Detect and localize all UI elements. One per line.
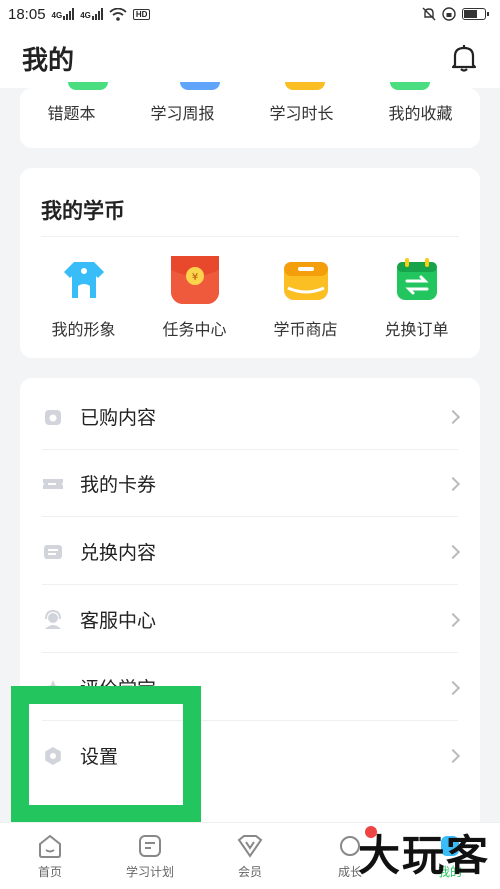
watermark: 大玩客 bbox=[357, 831, 490, 880]
notification-bell-icon[interactable] bbox=[450, 43, 478, 73]
menu-item-label: 兑换内容 bbox=[80, 543, 157, 564]
avatar-shirt-icon bbox=[60, 256, 108, 304]
tab-label: 学习计划 bbox=[125, 864, 174, 879]
coin-item-label: 我的形象 bbox=[51, 322, 116, 339]
quick-item-weekly-report[interactable]: 学习周报 bbox=[150, 100, 214, 124]
coin-item-label: 兑换订单 bbox=[384, 322, 449, 339]
tab-home[interactable]: 首页 bbox=[0, 823, 100, 889]
quick-item-favorites[interactable]: 我的收藏 bbox=[388, 100, 452, 124]
svg-text:¥: ¥ bbox=[191, 272, 197, 283]
tab-label: 首页 bbox=[37, 864, 62, 879]
hd-badge: HD bbox=[132, 8, 151, 20]
menu-item-coupons[interactable]: 我的卡券 bbox=[20, 450, 480, 517]
quick-item-wrong-book[interactable]: 错题本 bbox=[47, 100, 95, 124]
chevron-right-icon bbox=[445, 612, 461, 627]
shop-icon bbox=[282, 256, 330, 304]
chevron-right-icon bbox=[445, 680, 461, 695]
menu-item-label: 已购内容 bbox=[80, 408, 157, 429]
quick-item-study-time[interactable]: 学习时长 bbox=[269, 100, 333, 124]
coin-item-tasks[interactable]: ¥ 任务中心 bbox=[145, 256, 245, 340]
vip-icon bbox=[236, 833, 264, 859]
signal-icon-2: 4G bbox=[80, 8, 103, 20]
divider bbox=[41, 236, 459, 237]
purchased-icon bbox=[42, 406, 64, 428]
wifi-icon bbox=[109, 7, 127, 21]
home-icon bbox=[36, 833, 64, 859]
tab-membership[interactable]: 会员 bbox=[200, 823, 300, 889]
chevron-right-icon bbox=[445, 476, 461, 491]
chevron-right-icon bbox=[445, 544, 461, 559]
tab-study-plan[interactable]: 学习计划 bbox=[100, 823, 200, 889]
red-envelope-icon: ¥ bbox=[170, 256, 219, 304]
page-title: 我的 bbox=[22, 44, 75, 75]
coin-item-shop[interactable]: 学币商店 bbox=[256, 256, 356, 340]
customer-service-icon bbox=[42, 609, 64, 631]
coins-card: 我的学币 我的形象 ¥ 任务中心 学币商店 兑换订单 bbox=[20, 168, 480, 358]
signal-icon: 4G bbox=[52, 8, 75, 20]
study-plan-icon bbox=[136, 833, 164, 859]
status-bar: 18:05 4G 4G HD bbox=[0, 0, 500, 28]
exchange-calendar-icon bbox=[393, 256, 441, 304]
status-time: 18:05 bbox=[8, 5, 46, 23]
study-time-icon bbox=[285, 82, 325, 90]
menu-item-label: 客服中心 bbox=[80, 611, 157, 632]
favorites-icon bbox=[390, 82, 430, 90]
redeem-list-icon bbox=[42, 541, 64, 563]
vpn-icon bbox=[442, 7, 456, 21]
mute-bell-icon bbox=[422, 7, 436, 21]
tab-label: 会员 bbox=[237, 864, 262, 879]
coin-item-label: 学币商店 bbox=[273, 322, 338, 339]
chevron-right-icon bbox=[445, 748, 461, 763]
chevron-right-icon bbox=[445, 409, 461, 424]
wrong-book-icon bbox=[68, 82, 108, 90]
coin-item-label: 任务中心 bbox=[162, 322, 227, 339]
coupon-icon bbox=[42, 473, 64, 495]
quick-links-card: 错题本 学习周报 学习时长 我的收藏 bbox=[20, 82, 480, 148]
battery-icon bbox=[462, 8, 489, 20]
highlight-box bbox=[11, 686, 201, 823]
coin-item-avatar[interactable]: 我的形象 bbox=[34, 256, 134, 340]
menu-item-purchased[interactable]: 已购内容 bbox=[20, 383, 480, 450]
menu-item-label: 我的卡券 bbox=[80, 475, 157, 496]
page-header: 我的 bbox=[0, 28, 500, 88]
coins-title: 我的学币 bbox=[41, 200, 125, 223]
menu-item-customer-service[interactable]: 客服中心 bbox=[20, 586, 480, 653]
weekly-report-icon bbox=[180, 82, 220, 90]
coin-item-orders[interactable]: 兑换订单 bbox=[367, 256, 467, 340]
menu-item-redeem[interactable]: 兑换内容 bbox=[20, 518, 480, 585]
